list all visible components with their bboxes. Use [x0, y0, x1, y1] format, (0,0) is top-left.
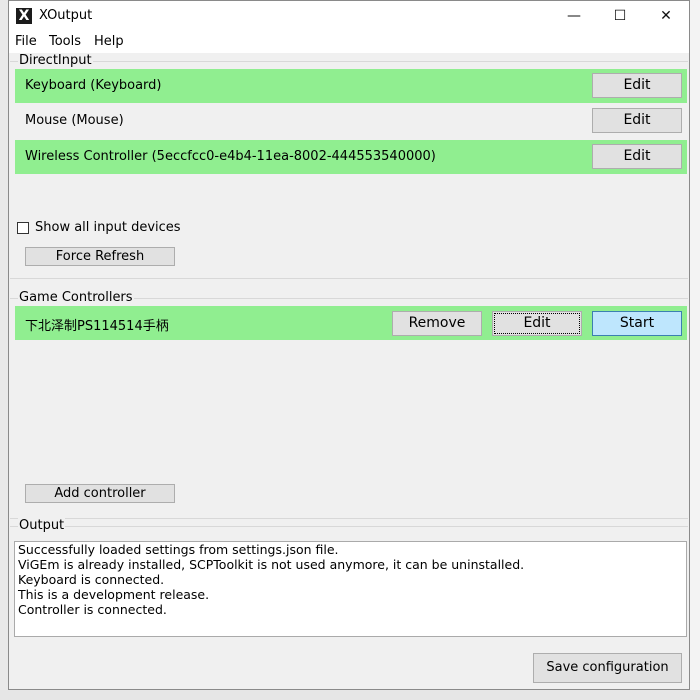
output-log[interactable]: Successfully loaded settings from settin…: [14, 541, 687, 637]
xoutput-logo-icon: X: [16, 8, 32, 24]
edit-wireless-controller-button[interactable]: Edit: [592, 144, 682, 169]
background-desktop-left: [0, 0, 8, 700]
log-line: Successfully loaded settings from settin…: [18, 542, 339, 557]
edit-keyboard-button[interactable]: Edit: [592, 73, 682, 98]
show-all-label: Show all input devices: [35, 220, 181, 235]
show-all-checkbox[interactable]: [17, 222, 29, 234]
game-controllers-label: Game Controllers: [18, 290, 134, 305]
controller-row: 下北泽制PS114514手柄 Remove Edit Start: [15, 306, 687, 340]
remove-controller-button[interactable]: Remove: [392, 311, 482, 336]
directinput-group: DirectInput Keyboard (Keyboard) Edit Mou…: [10, 53, 688, 279]
edit-controller-button[interactable]: Edit: [492, 311, 582, 336]
add-controller-button[interactable]: Add controller: [25, 484, 175, 503]
log-line: ViGEm is already installed, SCPToolkit i…: [18, 557, 525, 572]
game-controllers-group: Game Controllers 下北泽制PS114514手柄 Remove E…: [10, 290, 688, 519]
device-name: Wireless Controller (5eccfcc0-e4b4-11ea-…: [25, 149, 436, 164]
menu-bar: File Tools Help: [9, 31, 689, 53]
minimize-button[interactable]: —: [551, 1, 597, 31]
title-bar[interactable]: X XOutput — ☐ ✕: [9, 1, 689, 31]
log-line: Controller is connected.: [18, 602, 167, 617]
device-row-keyboard: Keyboard (Keyboard) Edit: [15, 69, 687, 103]
menu-file[interactable]: File: [15, 34, 37, 49]
maximize-button[interactable]: ☐: [597, 1, 643, 31]
force-refresh-button[interactable]: Force Refresh: [25, 247, 175, 266]
device-row-wireless-controller: Wireless Controller (5eccfcc0-e4b4-11ea-…: [15, 140, 687, 174]
menu-tools[interactable]: Tools: [49, 34, 81, 49]
save-configuration-button[interactable]: Save configuration: [533, 653, 682, 683]
device-name: Mouse (Mouse): [25, 113, 124, 128]
controller-name: 下北泽制PS114514手柄: [25, 319, 169, 334]
menu-help[interactable]: Help: [94, 34, 124, 49]
log-line: This is a development release.: [18, 587, 210, 602]
device-row-mouse: Mouse (Mouse) Edit: [15, 104, 687, 138]
xoutput-window: X XOutput — ☐ ✕ File Tools Help DirectIn…: [8, 0, 690, 690]
close-button[interactable]: ✕: [643, 1, 689, 31]
start-controller-button[interactable]: Start: [592, 311, 682, 336]
output-label: Output: [18, 518, 66, 533]
background-desktop-right: [690, 0, 700, 700]
directinput-label: DirectInput: [18, 53, 93, 68]
device-name: Keyboard (Keyboard): [25, 78, 162, 93]
window-title: XOutput: [39, 8, 93, 23]
edit-mouse-button[interactable]: Edit: [592, 108, 682, 133]
background-desktop-bottom: [0, 690, 700, 700]
log-line: Keyboard is connected.: [18, 572, 165, 587]
